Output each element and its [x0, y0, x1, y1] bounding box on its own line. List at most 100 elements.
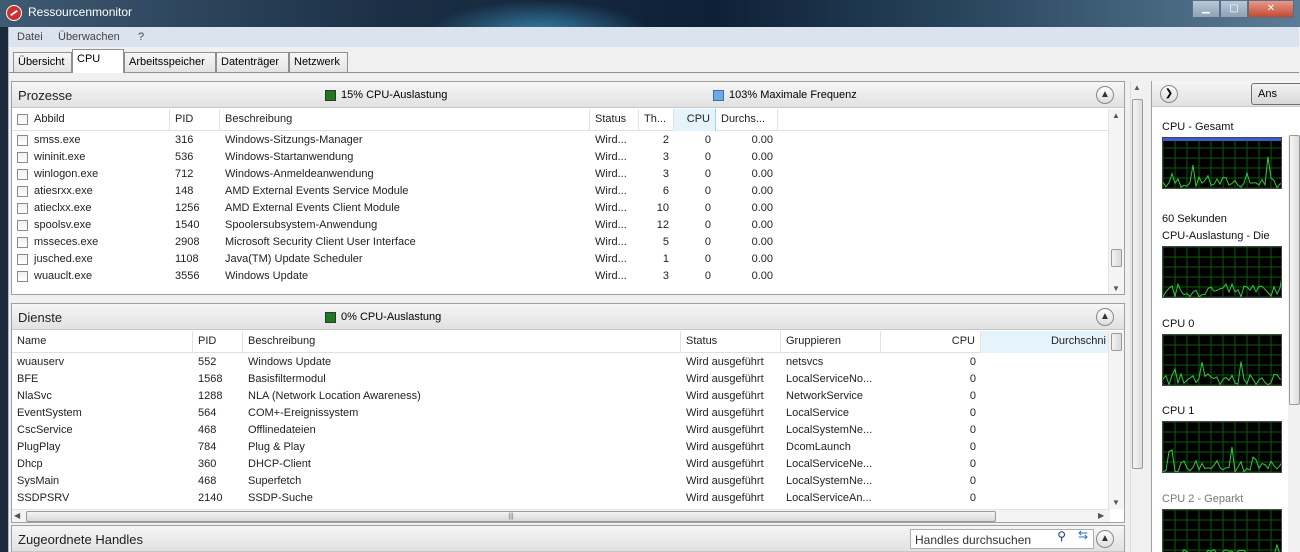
tab-datentraeger[interactable]: Datenträger	[216, 52, 289, 72]
process-row[interactable]: atieclxx.exe 1256 AMD External Events Clie…	[12, 200, 1112, 217]
main-scrollbar[interactable]: ▲	[1130, 81, 1144, 552]
dienste-hscrollbar[interactable]: ◀ ||| ▶	[12, 509, 1110, 522]
service-row[interactable]: NlaSvc 1288 NLA (Network Location Awarenes…	[12, 388, 1112, 405]
view-button[interactable]: Ans	[1251, 83, 1300, 105]
window-body: Datei Überwachen ? Übersicht CPU Arbeits…	[8, 27, 1300, 552]
scroll-up-arrow[interactable]: ▲	[1112, 111, 1120, 120]
column-status[interactable]: Status	[590, 109, 639, 131]
column-pid[interactable]: PID	[193, 331, 243, 353]
menu-datei[interactable]: Datei	[17, 31, 43, 43]
tab-uebersicht[interactable]: Übersicht	[13, 52, 72, 72]
process-average-cell: 0.00	[751, 168, 773, 180]
column-cpu[interactable]: CPU	[674, 109, 716, 131]
dienste-scroll-thumb[interactable]	[1111, 333, 1122, 351]
process-row[interactable]: wuauclt.exe 3556 Windows Update Wird... 3 0 0.…	[12, 268, 1112, 285]
service-status-cell: Wird ausgeführt	[686, 407, 764, 419]
scroll-left-arrow[interactable]: ◀	[14, 511, 20, 520]
service-pid-cell: 468	[198, 424, 217, 436]
process-row[interactable]: wininit.exe 536 Windows-Startanwendung Wird…	[12, 149, 1112, 166]
menu-bar: Datei Überwachen ?	[9, 27, 1299, 47]
process-status-cell: Wird...	[595, 151, 627, 163]
collapse-prozesse-button[interactable]: ▲	[1096, 86, 1114, 104]
process-row[interactable]: jusched.exe 1108 Java(TM) Update Scheduler…	[12, 251, 1112, 268]
service-cpu-cell: 0	[969, 356, 976, 368]
scroll-down-arrow[interactable]: ▼	[1112, 498, 1120, 507]
menu-ueberwachen[interactable]: Überwachen	[58, 31, 120, 43]
process-cpu-cell: 0	[704, 134, 711, 146]
column-beschreibung[interactable]: Beschreibung	[243, 331, 681, 353]
process-cpu-cell: 0	[704, 219, 711, 231]
dienste-cpu-label: 0% CPU-Auslastung	[341, 311, 442, 323]
refresh-filter-icon[interactable]: ⇆	[1078, 528, 1088, 542]
service-row[interactable]: BFE 1568 Basisfiltermodul Wird ausgeführt Lo…	[12, 371, 1112, 388]
process-pid-cell: 1256	[175, 202, 200, 214]
process-status-cell: Wird...	[595, 168, 627, 180]
service-row[interactable]: wuauserv 552 Windows Update Wird ausgeführt…	[12, 354, 1112, 371]
tab-cpu[interactable]: CPU	[72, 49, 124, 73]
app-icon	[6, 5, 22, 21]
prozesse-scroll-thumb[interactable]	[1111, 249, 1122, 267]
main-scroll-thumb[interactable]	[1132, 99, 1143, 469]
select-all-checkbox[interactable]	[17, 114, 28, 125]
expand-graphs-button[interactable]: ❯	[1160, 85, 1178, 103]
process-average-cell: 0.00	[751, 134, 773, 146]
column-pid[interactable]: PID	[170, 109, 220, 131]
window-title: Ressourcenmonitor	[28, 5, 133, 19]
process-row[interactable]: msseces.exe 2908 Microsoft Security Client…	[12, 234, 1112, 251]
scroll-right-arrow[interactable]: ▶	[1098, 511, 1104, 520]
process-description-cell: Windows-Startanwendung	[225, 151, 354, 163]
handles-header[interactable]: Zugeordnete Handles Handles durchsuchen …	[12, 526, 1124, 552]
service-description-cell: Windows Update	[248, 356, 332, 368]
cpu-usage-indicator: 15% CPU-Auslastung	[325, 89, 447, 101]
graph-pane-scrollbar[interactable]	[1288, 135, 1300, 552]
column-gruppieren[interactable]: Gruppieren	[781, 331, 881, 353]
column-status[interactable]: Status	[681, 331, 781, 353]
service-row[interactable]: SysMain 468 Superfetch Wird ausgeführt Local…	[12, 473, 1112, 490]
dienste-scrollbar[interactable]: ▼	[1108, 331, 1124, 509]
maximize-button[interactable]: ▢	[1220, 0, 1248, 18]
service-row[interactable]: SSDPSRV 2140 SSDP-Suche Wird ausgeführt Loca…	[12, 490, 1112, 507]
process-pid-cell: 148	[175, 185, 194, 197]
prozesse-scrollbar[interactable]: ▲ ▼	[1108, 109, 1124, 294]
process-row[interactable]: atiesrxx.exe 148 AMD External Events Servi…	[12, 183, 1112, 200]
service-status-cell: Wird ausgeführt	[686, 492, 764, 504]
dienste-hscroll-thumb[interactable]: |||	[26, 511, 996, 522]
minimize-button[interactable]: ▁	[1192, 0, 1220, 18]
column-durchschnitt[interactable]: Durchschni	[981, 331, 1112, 353]
service-name-cell: Dhcp	[17, 458, 43, 470]
tab-netzwerk[interactable]: Netzwerk	[289, 52, 348, 72]
dienste-header[interactable]: Dienste 0% CPU-Auslastung ▲	[12, 304, 1124, 330]
process-image-cell: jusched.exe	[34, 253, 93, 265]
column-durchschnitt[interactable]: Durchs...	[716, 109, 778, 131]
handles-search-input[interactable]: Handles durchsuchen	[910, 529, 1094, 549]
process-row[interactable]: spoolsv.exe 1540 Spoolersubsystem-Anwendun…	[12, 217, 1112, 234]
service-row[interactable]: Dhcp 360 DHCP-Client Wird ausgeführt LocalSe…	[12, 456, 1112, 473]
service-row[interactable]: EventSystem 564 COM+-Ereignissystem Wird au…	[12, 405, 1112, 422]
service-cpu-cell: 0	[969, 441, 976, 453]
collapse-handles-button[interactable]: ▲	[1096, 530, 1114, 548]
service-pid-cell: 360	[198, 458, 217, 470]
column-threads[interactable]: Th...	[639, 109, 674, 131]
column-beschreibung[interactable]: Beschreibung	[220, 109, 590, 131]
scroll-up-arrow[interactable]: ▲	[1133, 83, 1141, 92]
dienste-title: Dienste	[18, 310, 63, 325]
column-cpu[interactable]: CPU	[881, 331, 981, 353]
process-row[interactable]: winlogon.exe 712 Windows-Anmeldeanwendung W…	[12, 166, 1112, 183]
close-button[interactable]: ✕	[1248, 0, 1294, 18]
search-icon[interactable]: ⚲	[1057, 529, 1066, 543]
process-row[interactable]: smss.exe 316 Windows-Sitzungs-Manager Wird.…	[12, 132, 1112, 149]
process-average-cell: 0.00	[751, 185, 773, 197]
process-image-cell: msseces.exe	[34, 236, 99, 248]
prozesse-header[interactable]: Prozesse 15% CPU-Auslastung 103% Maximal…	[12, 82, 1124, 108]
service-cpu-cell: 0	[969, 424, 976, 436]
graph-pane-scroll-thumb[interactable]	[1289, 135, 1300, 405]
scroll-down-arrow[interactable]: ▼	[1112, 284, 1120, 293]
service-row[interactable]: PlugPlay 784 Plug & Play Wird ausgeführt Dco…	[12, 439, 1112, 456]
service-name-cell: BFE	[17, 373, 39, 385]
column-name[interactable]: Name	[12, 331, 193, 353]
tab-arbeitsspeicher[interactable]: Arbeitsspeicher	[124, 52, 216, 72]
column-abbild[interactable]: Abbild	[12, 109, 170, 131]
service-row[interactable]: CscService 468 Offlinedateien Wird ausgefüh…	[12, 422, 1112, 439]
menu-help[interactable]: ?	[138, 31, 144, 43]
collapse-dienste-button[interactable]: ▲	[1096, 308, 1114, 326]
